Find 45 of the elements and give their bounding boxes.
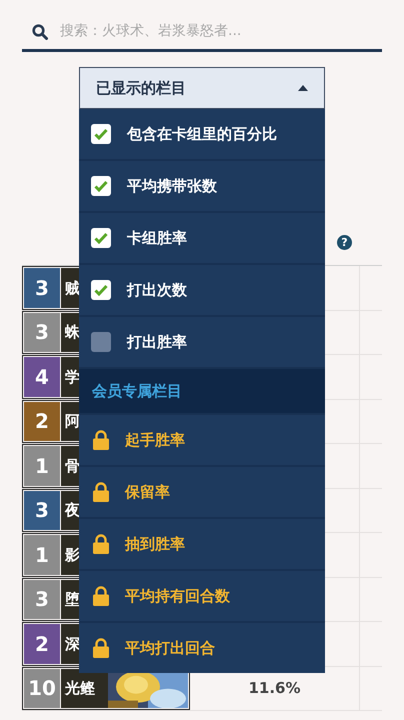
card-name: 夜: [65, 500, 80, 521]
check-icon: [94, 284, 108, 296]
locked-column-option[interactable]: 平均持有回合数: [79, 569, 325, 621]
card-name: 堕: [65, 589, 80, 610]
column-option[interactable]: 平均携带张数: [79, 161, 325, 213]
card-name: 阿: [65, 411, 80, 432]
mana-cost: 1: [24, 446, 60, 486]
checkbox[interactable]: [91, 228, 111, 248]
checkbox[interactable]: [91, 332, 111, 352]
locked-column-option[interactable]: 抽到胜率: [79, 517, 325, 569]
checkbox[interactable]: [91, 176, 111, 196]
card-name: 影: [65, 544, 80, 566]
card-name: 骨: [65, 456, 80, 476]
mana-cost: 3: [24, 268, 60, 308]
card-name: 贼: [65, 278, 80, 298]
column-option[interactable]: 打出次数: [79, 265, 325, 317]
mana-cost: 3: [24, 490, 60, 530]
checkbox[interactable]: [91, 280, 111, 300]
column-option[interactable]: 卡组胜率: [79, 213, 325, 265]
caret-icon: [298, 85, 308, 91]
checkbox[interactable]: [91, 124, 111, 144]
check-icon: [94, 128, 108, 140]
mana-cost: 2: [24, 402, 60, 441]
search-field[interactable]: 搜索：火球术、岩浆暴怒者...: [60, 21, 372, 42]
columns-dropdown[interactable]: 已显示的栏目: [79, 67, 325, 109]
check-icon: [94, 180, 108, 192]
mana-cost: 4: [24, 357, 60, 396]
mana-cost: 10: [24, 668, 60, 708]
locked-column-option[interactable]: 保留率: [79, 465, 325, 517]
mana-cost: 1: [24, 535, 60, 574]
card-name: 蛛: [65, 322, 80, 343]
card-name: 学: [65, 366, 80, 388]
help-button[interactable]: ?: [337, 235, 352, 250]
search-icon: [32, 24, 48, 40]
section-header: 会员专属栏目: [79, 369, 325, 413]
locked-column-option[interactable]: 起手胜率: [79, 413, 325, 465]
column-option[interactable]: 包含在卡组里的百分比: [79, 109, 325, 161]
mana-cost: 3: [24, 580, 60, 619]
card-name: 光鲣: [65, 678, 95, 699]
percentage-cell-text: 11.6%: [248, 678, 301, 699]
mana-cost: 2: [24, 624, 60, 664]
check-icon: [94, 232, 108, 244]
mana-cost: 3: [24, 312, 60, 352]
card-name: 深: [65, 634, 80, 654]
locked-column-option[interactable]: 平均打出回合: [79, 621, 325, 673]
